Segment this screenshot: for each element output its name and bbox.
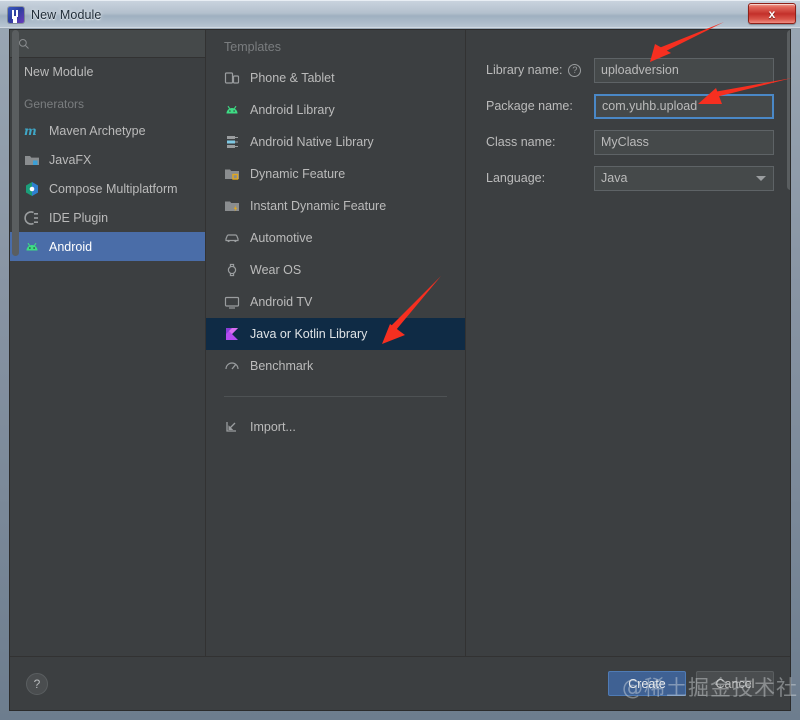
- templates-separator: [224, 396, 447, 397]
- phone-tablet-icon: [224, 72, 240, 84]
- instant-dynamic-feature-icon: [225, 201, 239, 212]
- library-name-label: Library name:: [486, 63, 563, 77]
- search-icon: [19, 38, 29, 49]
- sidebar-item-label: Compose Multiplatform: [49, 181, 178, 196]
- language-label: Language:: [486, 171, 594, 185]
- template-item-label: Java or Kotlin Library: [250, 327, 368, 341]
- create-button[interactable]: Create: [608, 671, 686, 696]
- sidebar-item-label: IDE Plugin: [49, 210, 109, 225]
- dialog-footer: ? Create Cancel: [10, 656, 790, 710]
- template-item-instant-dynamic-feature[interactable]: Instant Dynamic Feature: [206, 190, 465, 222]
- template-item-android-tv[interactable]: Android TV: [206, 286, 465, 318]
- svg-text:m: m: [24, 124, 37, 138]
- native-library-icon: [227, 136, 238, 148]
- dialog-content: New Module Generators m Maven Archetype: [10, 30, 790, 656]
- template-item-dynamic-feature[interactable]: Dynamic Feature: [206, 158, 465, 190]
- form-scrollbar[interactable]: [787, 30, 790, 190]
- sidebar-item-new-module[interactable]: New Module: [10, 58, 205, 86]
- ide-plugin-icon: [24, 210, 38, 225]
- cancel-button[interactable]: Cancel: [696, 671, 774, 696]
- template-item-android-library[interactable]: Android Library: [206, 94, 465, 126]
- android-icon: [26, 242, 38, 250]
- sidebar-item-label: JavaFX: [49, 152, 92, 167]
- template-item-label: Dynamic Feature: [250, 167, 346, 181]
- template-item-wear-os[interactable]: Wear OS: [206, 254, 465, 286]
- template-item-label: Automotive: [250, 231, 313, 245]
- footer-buttons: Create Cancel: [608, 671, 774, 696]
- question-mark-icon: ?: [33, 676, 41, 691]
- form-row-class-name: Class name:: [486, 124, 774, 160]
- search-box[interactable]: [10, 30, 205, 58]
- class-name-label: Class name:: [486, 135, 594, 149]
- search-input[interactable]: [37, 36, 197, 51]
- template-item-phone-tablet[interactable]: Phone & Tablet: [206, 62, 465, 94]
- templates-title: Templates: [224, 40, 281, 54]
- form-row-library-name: Library name: ?: [486, 52, 774, 88]
- sidebar-item-label: New Module: [24, 65, 94, 79]
- close-button[interactable]: x: [748, 3, 796, 24]
- language-select[interactable]: Java: [594, 165, 774, 191]
- sidebar-scrollbar[interactable]: [12, 30, 19, 256]
- sidebar-item-javafx[interactable]: JavaFX: [10, 145, 205, 174]
- sidebar: New Module Generators m Maven Archetype: [10, 30, 206, 656]
- wear-os-icon: [227, 263, 237, 277]
- compose-icon: [26, 181, 38, 196]
- create-button-label: Create: [628, 676, 666, 691]
- new-module-dialog: New Module Generators m Maven Archetype: [9, 29, 791, 711]
- android-tv-icon: [224, 296, 240, 309]
- cancel-button-label: Cancel: [715, 676, 755, 691]
- package-name-label-text: Package name:: [486, 99, 573, 113]
- template-item-benchmark[interactable]: Benchmark: [206, 350, 465, 382]
- sidebar-item-label: Android: [49, 239, 93, 254]
- template-item-java-or-kotlin-library[interactable]: Java or Kotlin Library: [206, 318, 465, 350]
- maven-icon: m: [24, 124, 37, 138]
- class-name-label-text: Class name:: [486, 135, 556, 149]
- help-button[interactable]: ?: [26, 672, 48, 695]
- chevron-down-icon: [756, 176, 766, 181]
- benchmark-icon: [225, 362, 239, 370]
- intellij-idea-icon: [8, 6, 24, 23]
- sidebar-item-android[interactable]: Android: [10, 232, 205, 261]
- class-name-input[interactable]: [594, 129, 774, 155]
- template-item-android-native-library[interactable]: Android Native Library: [206, 126, 465, 158]
- library-name-label-group: Library name: ?: [486, 63, 594, 77]
- package-name-input[interactable]: [594, 93, 774, 119]
- automotive-icon: [225, 234, 239, 243]
- template-item-label: Benchmark: [250, 359, 314, 373]
- sidebar-item-label: Maven Archetype: [49, 123, 146, 138]
- library-name-input[interactable]: [594, 57, 774, 83]
- close-icon: x: [768, 6, 776, 21]
- kotlin-icon: [226, 328, 238, 340]
- sidebar-item-maven-archetype[interactable]: m Maven Archetype: [10, 116, 205, 145]
- templates-panel: Templates Phone & Tablet Android Library…: [206, 30, 466, 656]
- template-item-label: Android Native Library: [250, 135, 374, 149]
- titlebar: New Module x: [0, 0, 800, 28]
- template-item-label: Android TV: [250, 295, 313, 309]
- sidebar-item-ide-plugin[interactable]: IDE Plugin: [10, 203, 205, 232]
- template-item-label: Import...: [250, 420, 296, 434]
- android-icon: [226, 105, 238, 114]
- sidebar-group-label: Generators: [24, 97, 85, 111]
- form-row-package-name: Package name:: [486, 88, 774, 124]
- javafx-icon: [25, 155, 39, 165]
- help-icon[interactable]: ?: [568, 63, 582, 77]
- language-select-value: Java: [601, 171, 628, 185]
- language-label-text: Language:: [486, 171, 546, 185]
- template-item-import[interactable]: Import...: [206, 411, 465, 443]
- form-panel: Library name: ? Package name: Class name…: [466, 30, 790, 656]
- template-item-label: Wear OS: [250, 263, 302, 277]
- template-item-label: Phone & Tablet: [250, 71, 335, 85]
- sidebar-item-compose-multiplatform[interactable]: Compose Multiplatform: [10, 174, 205, 203]
- form-row-language: Language: Java: [486, 160, 774, 196]
- window-title: New Module: [31, 7, 102, 22]
- import-icon: [226, 422, 236, 432]
- template-item-label: Instant Dynamic Feature: [250, 199, 387, 213]
- template-item-label: Android Library: [250, 103, 335, 117]
- sidebar-group-generators: Generators: [10, 86, 205, 116]
- template-item-automotive[interactable]: Automotive: [206, 222, 465, 254]
- window-frame: New Module x New Module Generators m Mav…: [0, 0, 800, 720]
- dynamic-feature-icon: [225, 169, 239, 180]
- package-name-label: Package name:: [486, 99, 594, 113]
